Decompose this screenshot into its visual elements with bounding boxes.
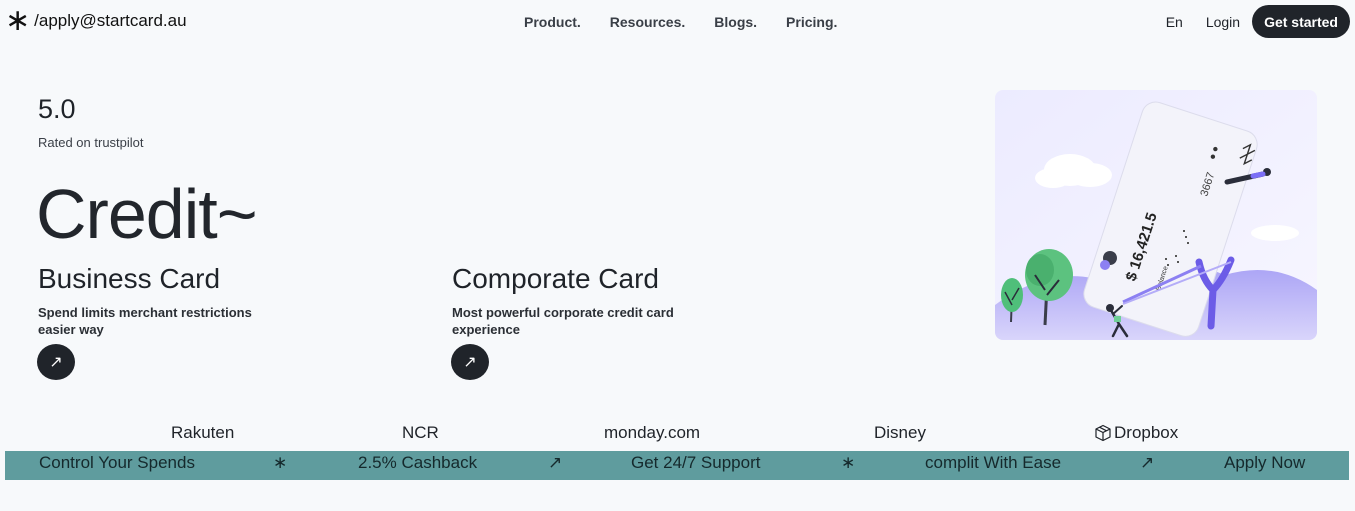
corporate-card-title: Comporate Card — [452, 263, 659, 294]
arrow-up-right-icon: ↗ — [49, 354, 63, 371]
credit-card-illustration: 3667 $ 16,421.5 Balance — [995, 90, 1317, 340]
nav-resources[interactable]: Resources. — [610, 14, 685, 30]
business-card-description: Spend limits merchant restrictions easie… — [38, 305, 252, 337]
business-card-title: Business Card — [38, 263, 221, 294]
ticker-support: Get 24/7 Support — [631, 453, 761, 472]
brand-dropbox: Dropbox — [1094, 423, 1178, 443]
ticker-apply-now[interactable]: Apply Now — [1224, 453, 1305, 473]
corporate-card-arrow-button[interactable]: ↗ — [451, 344, 489, 380]
nav-blogs[interactable]: Blogs. — [714, 14, 757, 30]
asterisk-icon: ∗ — [841, 453, 856, 472]
brand-dropbox-label: Dropbox — [1114, 423, 1179, 442]
corporate-card-block: Comporate Card Most powerful corporate c… — [452, 262, 692, 338]
arrow-up-right-icon: ↗ — [548, 453, 563, 472]
corporate-card-description: Most powerful corporate credit card expe… — [452, 305, 674, 337]
rating-value: 5.0 — [38, 94, 76, 124]
login-link[interactable]: Login — [1206, 14, 1240, 30]
ticker-cashback: 2.5% Cashback — [358, 453, 478, 472]
nav-product[interactable]: Product. — [524, 14, 581, 30]
nav-pricing[interactable]: Pricing. — [786, 14, 837, 30]
arrow-up-right-icon: ↗ — [1140, 453, 1155, 472]
logo[interactable]: ∗ /apply@startcard.au — [5, 3, 187, 38]
marquee-ticker: Control Your Spends ∗ 2.5% Cashback ↗ Ge… — [5, 451, 1349, 480]
rating-source: Rated on trustpilot — [38, 135, 144, 150]
asterisk-icon: ∗ — [273, 453, 288, 472]
get-started-button[interactable]: Get started — [1252, 5, 1350, 38]
arrow-up-right-icon: ↗ — [463, 354, 477, 371]
brand-disney: Disney — [874, 423, 926, 442]
asterisk-icon: ∗ — [5, 3, 31, 38]
brand-rakuten: Rakuten — [171, 423, 235, 442]
logo-email-text: /apply@startcard.au — [34, 11, 187, 30]
brand-monday: monday.com — [604, 423, 701, 442]
business-card-arrow-button[interactable]: ↗ — [37, 344, 75, 380]
language-selector[interactable]: En — [1166, 14, 1183, 30]
header-actions: En Login Get started — [1166, 5, 1350, 38]
business-card-block: Business Card Spend limits merchant rest… — [38, 262, 278, 338]
hero-illustration: 3667 $ 16,421.5 Balance — [995, 90, 1317, 340]
brand-ncr: NCR — [402, 423, 439, 442]
ticker-control-spends: Control Your Spends — [39, 453, 195, 472]
main-nav: Product. Resources. Blogs. Pricing. — [524, 14, 837, 30]
hero-headline: Credit~ — [36, 175, 258, 253]
ticker-complit: complit With Ease — [925, 453, 1062, 472]
box-icon — [1095, 424, 1111, 442]
